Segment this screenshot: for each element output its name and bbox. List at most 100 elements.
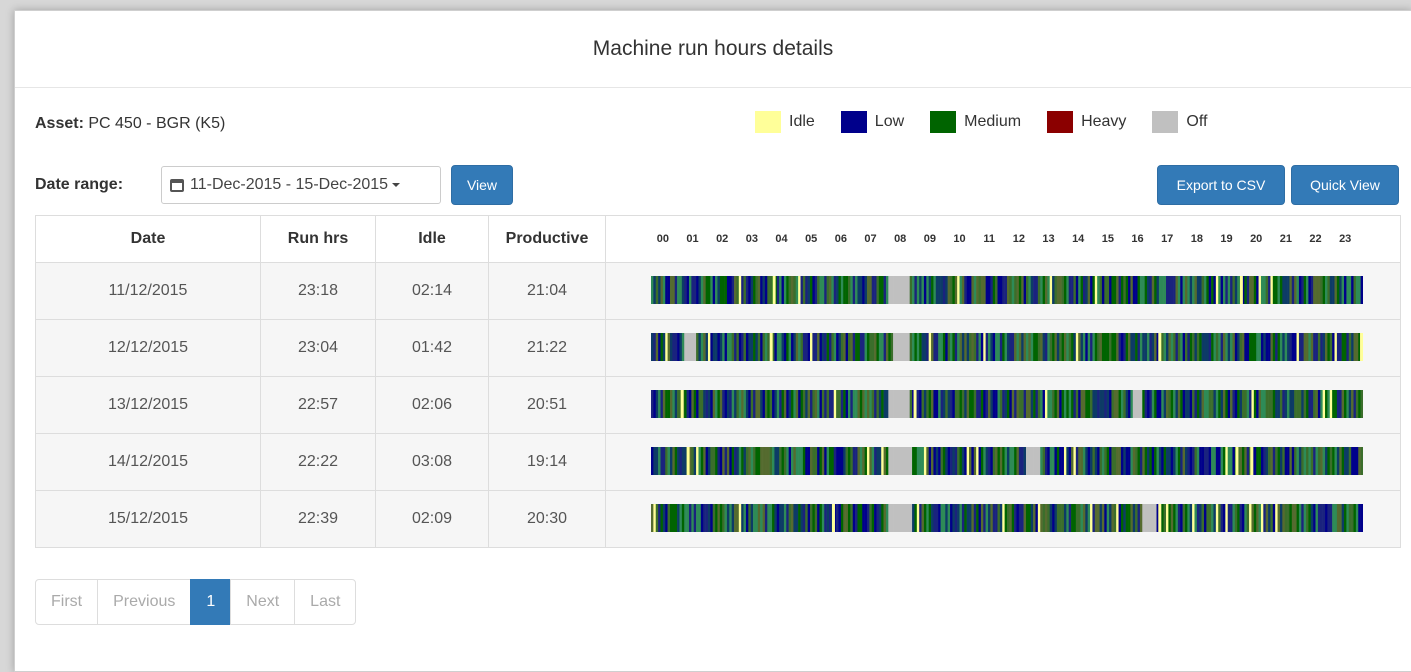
timeline-segment	[814, 447, 818, 475]
timeline-segment	[658, 504, 661, 532]
timeline-segment	[969, 333, 972, 361]
timeline-segment	[1042, 276, 1046, 304]
timeline-segment	[995, 333, 998, 361]
timeline-segment	[712, 333, 716, 361]
timeline-segment	[1329, 447, 1333, 475]
timeline-segment	[1346, 504, 1350, 532]
timeline-segment	[731, 333, 735, 361]
timeline-segment	[1090, 276, 1093, 304]
timeline-segment	[1097, 276, 1100, 304]
page-current-button[interactable]: 1	[190, 579, 232, 625]
timeline-segment	[1149, 276, 1153, 304]
timeline-segment	[1237, 333, 1240, 361]
timeline-segment	[1025, 276, 1029, 304]
timeline-segment	[1033, 390, 1036, 418]
timeline-segment	[1156, 390, 1160, 418]
timeline-segment	[855, 333, 858, 361]
timeline-segment	[1033, 447, 1036, 475]
timeline-segment	[959, 504, 963, 532]
timeline-segment	[900, 504, 903, 532]
timeline-segment	[1104, 447, 1107, 475]
timeline-segment	[819, 390, 823, 418]
timeline-segment	[712, 390, 716, 418]
timeline-segment	[1007, 447, 1010, 475]
timeline-segment	[710, 333, 713, 361]
timeline-segment	[786, 333, 789, 361]
timeline-segment	[686, 504, 690, 532]
cell-productive: 19:14	[488, 433, 606, 491]
timeline-segment	[988, 333, 991, 361]
timeline-segment	[952, 504, 956, 532]
timeline-segment	[817, 333, 820, 361]
timeline-segment	[743, 276, 747, 304]
timeline-segment	[1030, 447, 1034, 475]
timeline-segment	[1213, 390, 1217, 418]
timeline-segment	[864, 276, 868, 304]
timeline-segment	[895, 390, 899, 418]
page-first-button[interactable]: First	[35, 579, 99, 625]
timeline-segment	[1004, 390, 1008, 418]
timeline-segment	[757, 504, 761, 532]
hour-label: 03	[745, 233, 758, 245]
timeline-segment	[1147, 504, 1150, 532]
timeline-segment	[1014, 390, 1017, 418]
timeline-segment	[866, 390, 870, 418]
quick-view-button[interactable]: Quick View	[1291, 165, 1399, 205]
timeline-segment	[959, 333, 963, 361]
timeline-segment	[779, 504, 782, 532]
timeline-segment	[1018, 276, 1022, 304]
timeline-segment	[696, 390, 699, 418]
timeline-segment	[769, 276, 773, 304]
timeline-segment	[779, 447, 782, 475]
timeline-idle-mark	[769, 333, 773, 361]
timeline-segment	[1116, 504, 1119, 532]
timeline-segment	[992, 276, 996, 304]
timeline-segment	[1317, 504, 1321, 532]
timeline-segment	[810, 447, 813, 475]
export-csv-button[interactable]: Export to CSV	[1157, 165, 1285, 205]
timeline-segment	[1355, 447, 1359, 475]
timeline-segment	[717, 333, 721, 361]
timeline-segment	[684, 390, 687, 418]
timeline-segment	[651, 276, 654, 304]
timeline-segment	[1158, 390, 1162, 418]
timeline-segment	[964, 390, 967, 418]
page-last-button[interactable]: Last	[294, 579, 357, 625]
timeline-segment	[1211, 333, 1214, 361]
timeline-segment	[734, 447, 737, 475]
timeline-segment	[1156, 276, 1160, 304]
timeline-segment	[1287, 447, 1290, 475]
timeline-segment	[760, 504, 763, 532]
timeline-segment	[1144, 390, 1148, 418]
timeline-segment	[1260, 276, 1264, 304]
timeline-segment	[1078, 390, 1081, 418]
hour-label: 19	[1220, 233, 1233, 245]
timeline-segment	[1125, 276, 1129, 304]
timeline-segment	[933, 447, 937, 475]
timeline-segment	[1187, 276, 1191, 304]
timeline-segment	[1111, 333, 1115, 361]
view-button[interactable]: View	[451, 165, 513, 205]
timeline-segment	[940, 276, 944, 304]
timeline-segment	[1272, 447, 1276, 475]
timeline-segment	[978, 276, 982, 304]
page-next-button[interactable]: Next	[230, 579, 296, 625]
timeline-segment	[1170, 276, 1174, 304]
timeline-segment	[1348, 504, 1352, 532]
page-previous-button[interactable]: Previous	[97, 579, 192, 625]
timeline-segment	[1296, 447, 1300, 475]
timeline-segment	[764, 333, 768, 361]
timeline-segment	[881, 447, 884, 475]
timeline-segment	[1002, 504, 1005, 532]
timeline-segment	[715, 276, 718, 304]
timeline-segment	[940, 504, 944, 532]
timeline-segment	[1052, 504, 1055, 532]
timeline-segment	[679, 276, 683, 304]
timeline-segment	[1123, 333, 1126, 361]
date-range-picker[interactable]: 11-Dec-2015 - 15-Dec-2015	[161, 166, 441, 204]
timeline-segment	[672, 390, 676, 418]
timeline-segment	[1237, 390, 1240, 418]
timeline-segment	[691, 276, 695, 304]
timeline-segment	[1177, 333, 1181, 361]
timeline-segment	[888, 447, 891, 475]
